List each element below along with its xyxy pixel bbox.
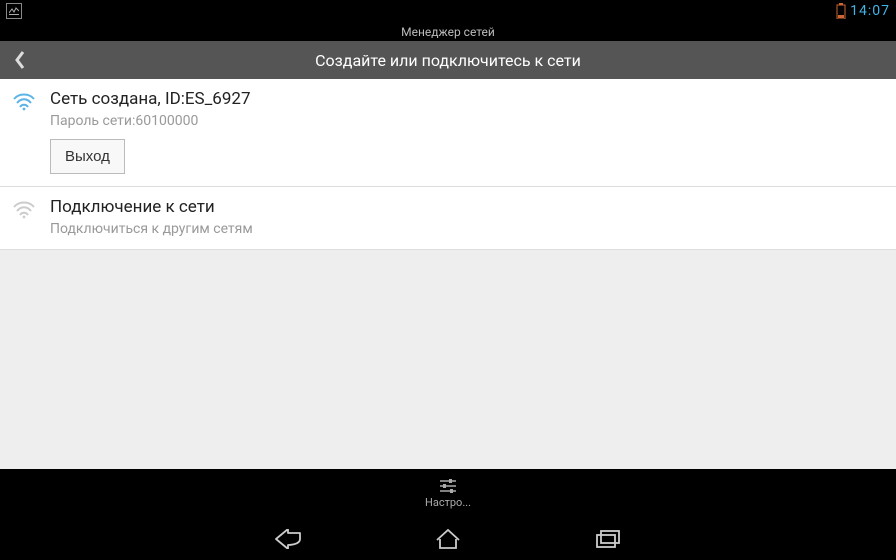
- network-created-title: Сеть создана, ID:ES_6927: [50, 89, 884, 109]
- settings-label: Настро...: [425, 496, 471, 509]
- app-title: Менеджер сетей: [401, 25, 495, 39]
- bottom-bar: Настро...: [0, 469, 896, 560]
- back-button[interactable]: [0, 41, 40, 79]
- settings-button[interactable]: Настро...: [0, 469, 896, 517]
- nav-home-button[interactable]: [428, 519, 468, 559]
- nav-bar: [0, 517, 896, 560]
- header: Создайте или подключитесь к сети: [0, 41, 896, 79]
- connect-title: Подключение к сети: [50, 197, 884, 217]
- notification-icon: [6, 3, 22, 19]
- app-title-bar: Менеджер сетей: [0, 22, 896, 41]
- header-title: Создайте или подключитесь к сети: [0, 51, 896, 70]
- connect-subtitle: Подключиться к другим сетям: [50, 221, 884, 237]
- exit-button[interactable]: Выход: [50, 139, 125, 174]
- sliders-icon: [438, 477, 458, 495]
- battery-icon: [836, 3, 846, 19]
- network-created-item[interactable]: Сеть создана, ID:ES_6927 Пароль сети:601…: [0, 79, 896, 187]
- status-time: 14:07: [850, 3, 890, 19]
- network-password-text: Пароль сети:60100000: [50, 113, 884, 129]
- nav-recent-button[interactable]: [588, 519, 628, 559]
- content-area: Сеть создана, ID:ES_6927 Пароль сети:601…: [0, 79, 896, 510]
- wifi-dim-icon: [12, 197, 36, 219]
- status-bar: 14:07: [0, 0, 896, 22]
- connect-network-item[interactable]: Подключение к сети Подключиться к другим…: [0, 187, 896, 250]
- nav-back-button[interactable]: [268, 519, 308, 559]
- wifi-icon: [12, 89, 36, 111]
